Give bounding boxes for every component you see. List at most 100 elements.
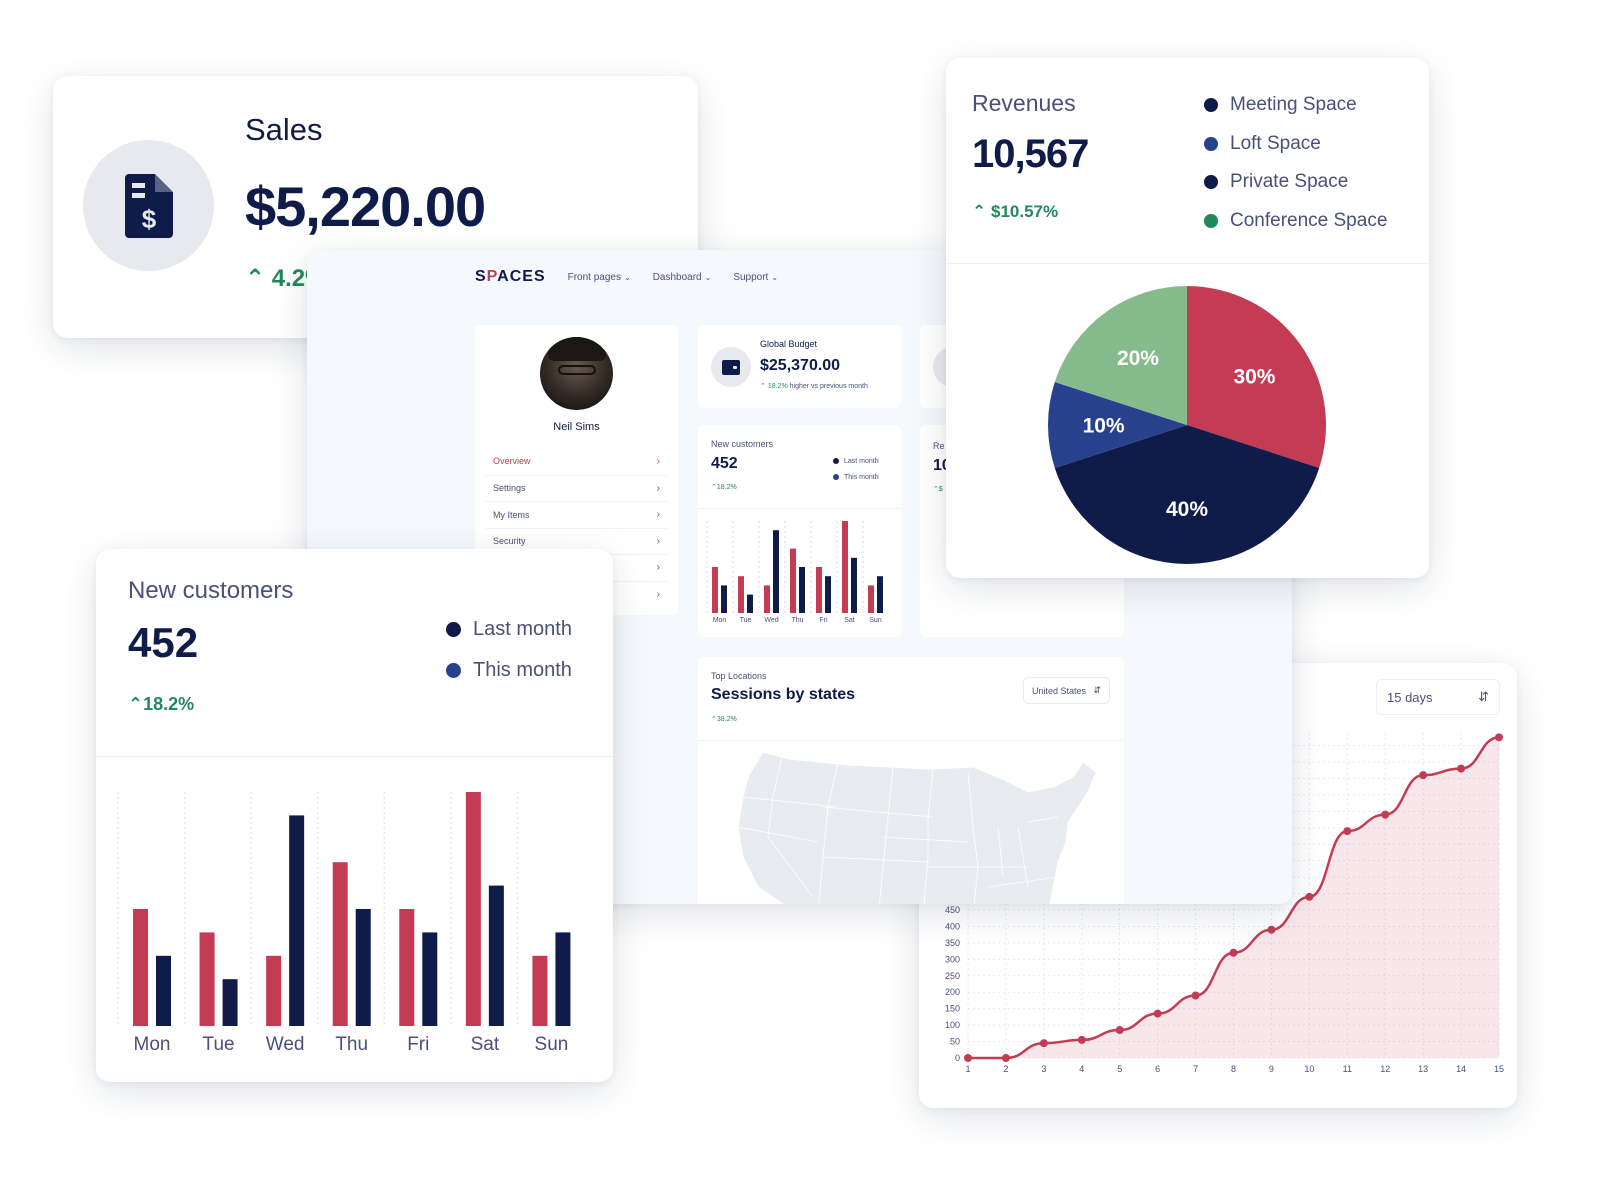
bar <box>399 909 415 1026</box>
sessions-trend: ⌃38.2% <box>711 715 737 723</box>
revenue-legend: Meeting Space Loft Space Private Space C… <box>1204 86 1387 240</box>
y-tick-label: 0 <box>955 1053 960 1063</box>
x-tick-label: 6 <box>1155 1064 1160 1074</box>
legend-item: Last month <box>446 609 572 650</box>
select-arrows-icon: ⇵ <box>1093 685 1101 695</box>
chevron-right-icon: › <box>656 509 660 521</box>
svg-text:$: $ <box>141 204 156 234</box>
select-arrows-icon: ⇵ <box>1478 689 1489 704</box>
revenue-value: 10,567 <box>972 132 1089 176</box>
bar <box>266 955 282 1026</box>
legend-dot <box>446 663 461 678</box>
x-tick-label: 9 <box>1269 1064 1274 1074</box>
budget-trend: ⌃ 18.2% higher vs previous month <box>760 382 868 390</box>
nav-support[interactable]: Support ⌄ <box>733 272 778 283</box>
x-tick-label: Sat <box>844 617 855 624</box>
x-tick-label: Mon <box>134 1034 171 1055</box>
data-point <box>1115 1026 1124 1035</box>
menu-item-my-items[interactable]: My Items › <box>485 501 668 528</box>
data-point <box>1191 991 1200 1000</box>
bar <box>747 594 753 613</box>
chevron-right-icon: › <box>656 482 660 494</box>
bar <box>465 792 481 1026</box>
top-nav: SPACES Front pages ⌄ Dashboard ⌄ Support ⌄ <box>475 266 778 288</box>
pie-slice-label: 30% <box>1233 365 1275 388</box>
country-select[interactable]: United States ⇵ <box>1023 677 1110 704</box>
legend-item: Conference Space <box>1204 202 1387 241</box>
x-tick-label: 14 <box>1456 1064 1466 1074</box>
x-tick-label: 11 <box>1343 1064 1352 1074</box>
bar <box>842 521 848 613</box>
legend-dot <box>1204 175 1218 190</box>
x-tick-label: 4 <box>1079 1064 1084 1074</box>
chevron-down-icon: ⌄ <box>704 272 712 282</box>
invoice-dollar-icon: $ <box>124 173 173 238</box>
mini-customers-trend: ⌃18.2% <box>711 483 737 491</box>
trend-value: 18.2% <box>143 694 195 714</box>
sales-icon-circle: $ <box>83 140 214 271</box>
menu-item-settings[interactable]: Settings › <box>485 474 668 502</box>
x-tick-label: 3 <box>1041 1064 1046 1074</box>
divider <box>946 263 1429 264</box>
bar <box>877 576 883 613</box>
bar <box>790 548 796 613</box>
nav-label: Support <box>733 271 769 283</box>
menu-label: Security <box>493 536 526 547</box>
legend-item: This month <box>446 650 572 691</box>
customers-legend: Last month This month <box>446 609 572 691</box>
chevron-down-icon: ⌄ <box>623 272 631 282</box>
x-tick-label: 12 <box>1380 1064 1390 1074</box>
menu-item-overview[interactable]: Overview › <box>485 448 668 475</box>
data-point <box>1001 1054 1010 1062</box>
legend-dot <box>1204 213 1218 228</box>
x-tick-label: Sun <box>535 1034 569 1055</box>
legend-label: Last month <box>473 618 572 640</box>
mini-customers-panel: New customers 452 ⌃18.2% Last month This… <box>698 425 901 637</box>
new-customers-card: New customers 452 ⌃18.2% Last month This… <box>96 549 613 1082</box>
trend-value: 38.2% <box>716 716 737 723</box>
bar <box>868 585 874 613</box>
legend-item: Private Space <box>1204 163 1387 202</box>
nav-dashboard[interactable]: Dashboard ⌄ <box>653 272 712 283</box>
trend-value: $ <box>938 486 943 493</box>
revenue-card: Revenues 10,567 ⌃ $10.57% Meeting Space … <box>946 58 1429 578</box>
bar <box>488 885 504 1026</box>
bar <box>738 576 744 613</box>
y-tick-label: 100 <box>945 1020 960 1030</box>
sessions-panel: Top Locations Sessions by states ⌃38.2% … <box>698 657 1124 904</box>
y-tick-label: 250 <box>945 971 960 981</box>
budget-icon-circle <box>711 347 751 387</box>
bar <box>816 567 822 613</box>
data-point <box>1419 771 1428 780</box>
nav-label: Dashboard <box>652 271 702 283</box>
data-point <box>964 1054 972 1062</box>
budget-trend-value: 18.2% <box>767 383 788 390</box>
revenue-trend: ⌃ $10.57% <box>972 202 1058 222</box>
x-tick-label: 7 <box>1193 1064 1198 1074</box>
spaces-logo[interactable]: SPACES <box>475 268 546 286</box>
mini-revenue-trend: ⌃$ <box>933 485 943 493</box>
period-select[interactable]: 15 days ⇵ <box>1376 679 1500 715</box>
legend-dot <box>446 622 461 637</box>
bar <box>721 585 727 613</box>
y-tick-label: 200 <box>945 987 960 997</box>
sessions-eyebrow: Top Locations <box>711 671 767 681</box>
x-tick-label: Sat <box>471 1034 500 1055</box>
x-tick-label: 15 <box>1494 1064 1504 1074</box>
x-tick-label: 13 <box>1418 1064 1428 1074</box>
bar <box>712 567 718 613</box>
nav-front-pages[interactable]: Front pages ⌄ <box>568 272 631 283</box>
customers-value: 452 <box>128 619 199 666</box>
menu-label: My Items <box>493 509 530 520</box>
budget-value: $25,370.00 <box>760 357 841 374</box>
data-point <box>1457 764 1466 773</box>
x-tick-label: Thu <box>335 1034 368 1055</box>
bar <box>289 815 305 1026</box>
bar <box>355 909 371 1026</box>
bar <box>422 932 438 1026</box>
trend-value: $10.57% <box>990 202 1059 221</box>
x-tick-label: Tue <box>740 617 752 624</box>
wallet-icon <box>722 359 740 375</box>
budget-trend-text: higher vs previous month <box>789 383 868 390</box>
y-tick-label: 50 <box>950 1037 960 1047</box>
